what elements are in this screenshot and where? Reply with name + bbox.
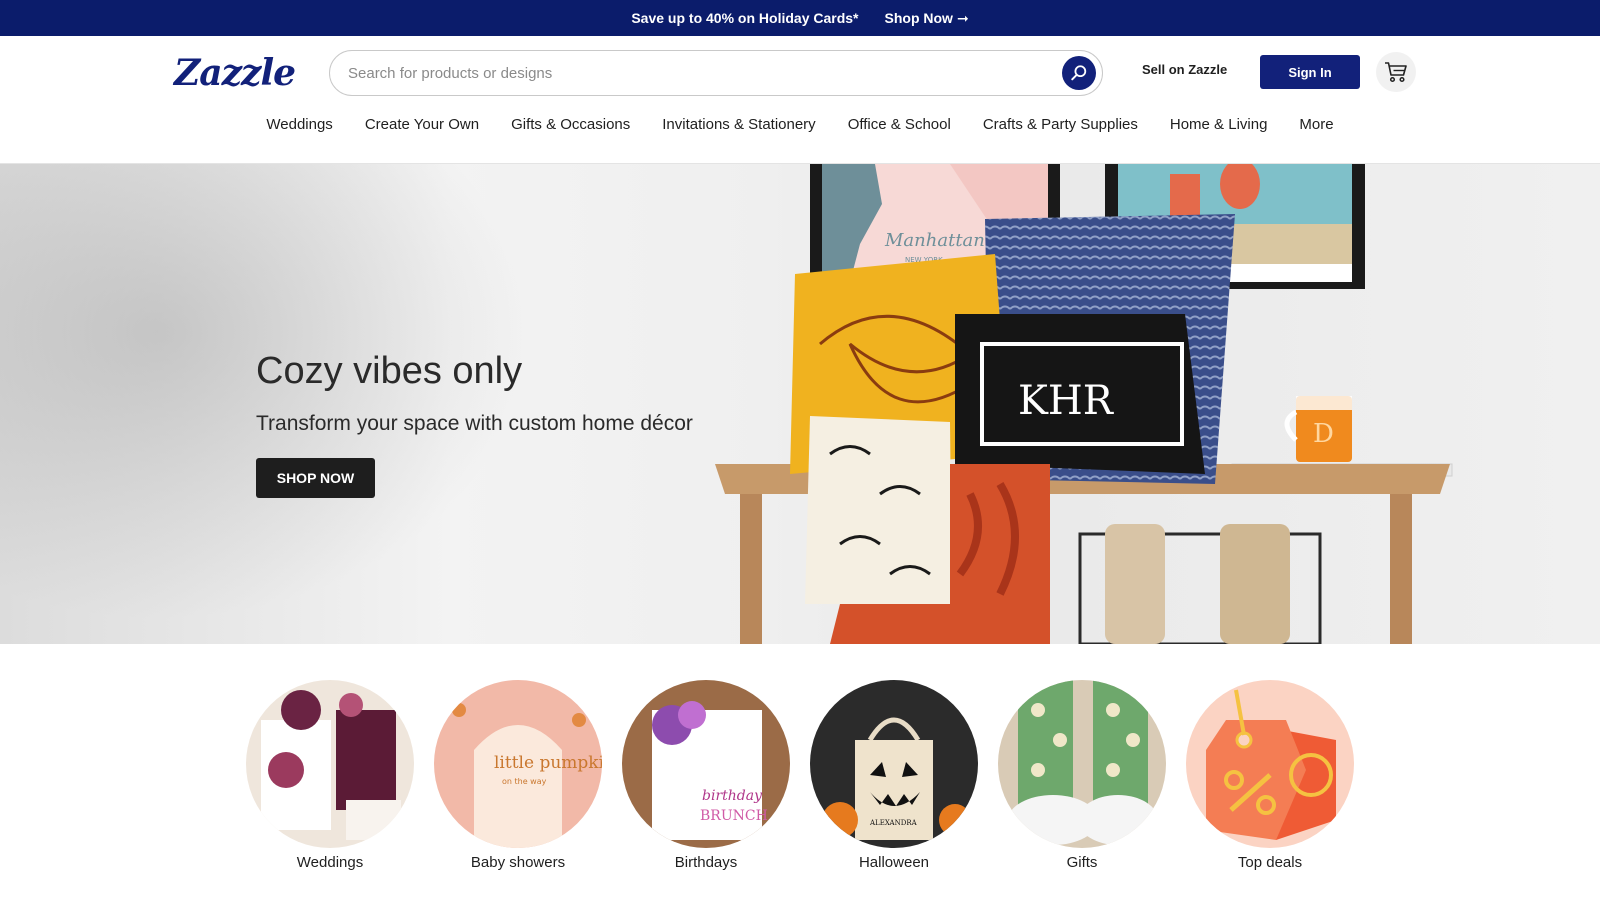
category-birthdays[interactable]: birthday BRUNCH Birthdays (622, 680, 790, 880)
hero-home-decor-image: Manhattan NEW YORK D KHR (715, 164, 1453, 644)
baby-shower-invitation-image: little pumpkin on the way (434, 680, 602, 848)
hero-banner[interactable]: Manhattan NEW YORK D KHR Cozy vibes only… (0, 164, 1600, 644)
site-header: Zazzle Sell on Zazzle Sign In Weddings C… (0, 36, 1600, 164)
gift-socks-image (998, 680, 1166, 848)
category-label: Top deals (1237, 854, 1303, 871)
cart-icon (1385, 62, 1407, 83)
halloween-tote-image: ALEXANDRA (810, 680, 978, 848)
category-label: Baby showers (470, 854, 566, 871)
hero-subtitle: Transform your space with custom home dé… (256, 412, 693, 435)
sign-in-button[interactable]: Sign In (1260, 55, 1360, 89)
hero-shop-now-button[interactable]: SHOP NOW (256, 458, 375, 498)
nav-item-more[interactable]: More (1299, 116, 1333, 140)
nav-item-invitations-stationery[interactable]: Invitations & Stationery (662, 116, 815, 140)
nav-item-home-living[interactable]: Home & Living (1170, 116, 1268, 140)
sign-title-text: birthday (702, 788, 763, 804)
search-icon (1071, 65, 1087, 81)
card-title-text: little pumpkin (494, 753, 602, 773)
category-label: Gifts (1066, 854, 1098, 871)
card-sub-text: on the way (502, 777, 547, 786)
tote-name-text: ALEXANDRA (869, 819, 918, 827)
hero-title: Cozy vibes only (256, 350, 523, 392)
promo-text: Save up to 40% on Holiday Cards* (631, 10, 859, 26)
category-top-deals[interactable]: Top deals (1186, 680, 1354, 880)
search-input[interactable] (348, 64, 1102, 82)
category-label: Birthdays (674, 854, 738, 871)
arrow-right-icon: ➞ (956, 9, 969, 26)
zazzle-logo[interactable]: Zazzle (174, 52, 296, 94)
category-label: Weddings (296, 854, 364, 871)
promo-banner: Save up to 40% on Holiday Cards* Shop No… (0, 0, 1600, 36)
nav-item-weddings[interactable]: Weddings (266, 116, 332, 140)
sign-sub-text: BRUNCH (700, 808, 768, 824)
category-gifts[interactable]: Gifts (998, 680, 1166, 880)
search-bar (329, 50, 1103, 96)
search-button[interactable] (1062, 56, 1096, 90)
nav-item-gifts-occasions[interactable]: Gifts & Occasions (511, 116, 630, 140)
nav-item-create-your-own[interactable]: Create Your Own (365, 116, 479, 140)
map-city-text: Manhattan (884, 230, 985, 251)
sell-on-zazzle-link[interactable]: Sell on Zazzle (1142, 62, 1227, 77)
hero-leaf-shadow (0, 164, 560, 644)
nav-item-office-school[interactable]: Office & School (848, 116, 951, 140)
pillow-monogram-text: KHR (1018, 378, 1115, 424)
mug-letter-text: D (1313, 419, 1334, 449)
promo-shop-now-link[interactable]: Shop Now ➞ (885, 10, 969, 27)
main-nav: Weddings Create Your Own Gifts & Occasio… (0, 116, 1600, 140)
cart-button[interactable] (1376, 52, 1416, 92)
wedding-invitation-image (246, 680, 414, 848)
category-baby-showers[interactable]: little pumpkin on the way Baby showers (434, 680, 602, 880)
category-label: Halloween (858, 854, 930, 871)
sale-tag-icon (1186, 680, 1354, 848)
nav-item-crafts-party-supplies[interactable]: Crafts & Party Supplies (983, 116, 1138, 140)
category-row: Weddings little pumpkin on the way Baby … (0, 680, 1600, 880)
category-halloween[interactable]: ALEXANDRA Halloween (810, 680, 978, 880)
pillows-image: KHR (790, 214, 1235, 644)
category-weddings[interactable]: Weddings (246, 680, 414, 880)
birthday-sign-image: birthday BRUNCH (622, 680, 790, 848)
promo-link-label: Shop Now (884, 10, 953, 26)
